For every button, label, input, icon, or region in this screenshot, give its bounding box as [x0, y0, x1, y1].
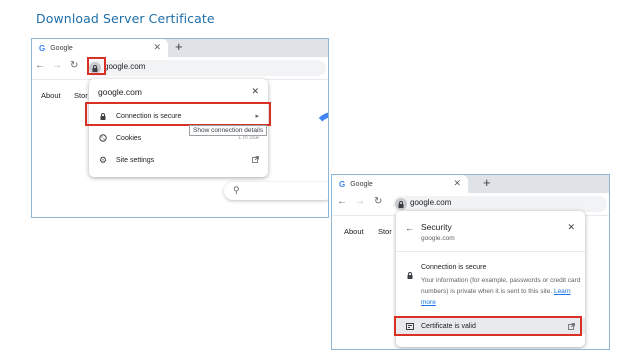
browser-screenshot-1: G Google ✕ + ← → ↻ google.com About Stor… — [31, 38, 329, 218]
site-settings-label: Site settings — [116, 156, 155, 164]
external-link-icon[interactable] — [252, 155, 259, 165]
close-icon[interactable]: ✕ — [567, 222, 575, 233]
address-bar[interactable]: google.com — [87, 60, 326, 76]
back-arrow-icon[interactable]: ← — [35, 60, 45, 71]
highlight-lock-box — [87, 57, 106, 75]
search-box[interactable]: ⚲ — [224, 182, 328, 200]
new-tab-button[interactable]: + — [175, 39, 183, 54]
google-logo-fragment — [313, 112, 328, 152]
forward-arrow-icon[interactable]: → — [52, 60, 62, 71]
search-icon: ⚲ — [233, 185, 240, 195]
about-link[interactable]: About — [41, 91, 61, 100]
back-arrow-icon[interactable]: ← — [405, 223, 414, 233]
highlight-certificate-box — [394, 316, 582, 336]
connection-secure-heading: Connection is secure — [421, 264, 487, 271]
divider — [396, 251, 585, 252]
url-text: google.com — [410, 198, 452, 207]
cookie-icon — [98, 134, 108, 142]
store-link[interactable]: Stor — [378, 227, 392, 236]
google-favicon-icon: G — [39, 43, 46, 53]
reload-icon[interactable]: ↻ — [70, 60, 78, 71]
site-settings-item[interactable]: ⚙ Site settings — [89, 150, 268, 170]
about-link[interactable]: About — [344, 227, 364, 236]
tab-strip: G Google ✕ + — [332, 175, 609, 193]
gear-icon: ⚙ — [98, 154, 108, 165]
tooltip: Show connection details — [189, 125, 268, 136]
close-tab-icon[interactable]: ✕ — [153, 42, 161, 53]
reload-icon[interactable]: ↻ — [374, 196, 382, 207]
tab-title: Google — [350, 180, 373, 188]
browser-toolbar: ← → ↻ google.com — [32, 57, 328, 80]
popup-title: google.com — [98, 87, 142, 97]
cookies-label: Cookies — [116, 134, 142, 142]
close-icon[interactable]: ✕ — [251, 86, 259, 97]
address-bar[interactable]: google.com — [393, 196, 607, 212]
store-link[interactable]: Stor — [74, 91, 88, 100]
close-tab-icon[interactable]: ✕ — [453, 178, 461, 189]
tab-title: Google — [50, 44, 73, 52]
connection-description: Your information (for example, passwords… — [421, 275, 581, 308]
tab-strip: G Google ✕ + — [32, 39, 328, 57]
back-arrow-icon[interactable]: ← — [337, 196, 347, 207]
site-info-lock-icon[interactable] — [395, 198, 407, 210]
browser-screenshot-2: G Google ✕ + ← → ↻ google.com About Stor… — [331, 174, 610, 350]
lock-icon — [407, 266, 413, 284]
highlight-connection-box — [85, 102, 271, 126]
google-favicon-icon: G — [339, 179, 346, 189]
browser-tab[interactable]: G Google ✕ — [32, 39, 168, 57]
security-title: Security — [421, 222, 452, 232]
url-text: google.com — [104, 62, 146, 71]
new-tab-button[interactable]: + — [483, 175, 491, 190]
security-subtitle: google.com — [421, 235, 455, 242]
page-title: Download Server Certificate — [36, 11, 215, 26]
forward-arrow-icon[interactable]: → — [355, 196, 365, 207]
browser-tab[interactable]: G Google ✕ — [332, 175, 468, 193]
